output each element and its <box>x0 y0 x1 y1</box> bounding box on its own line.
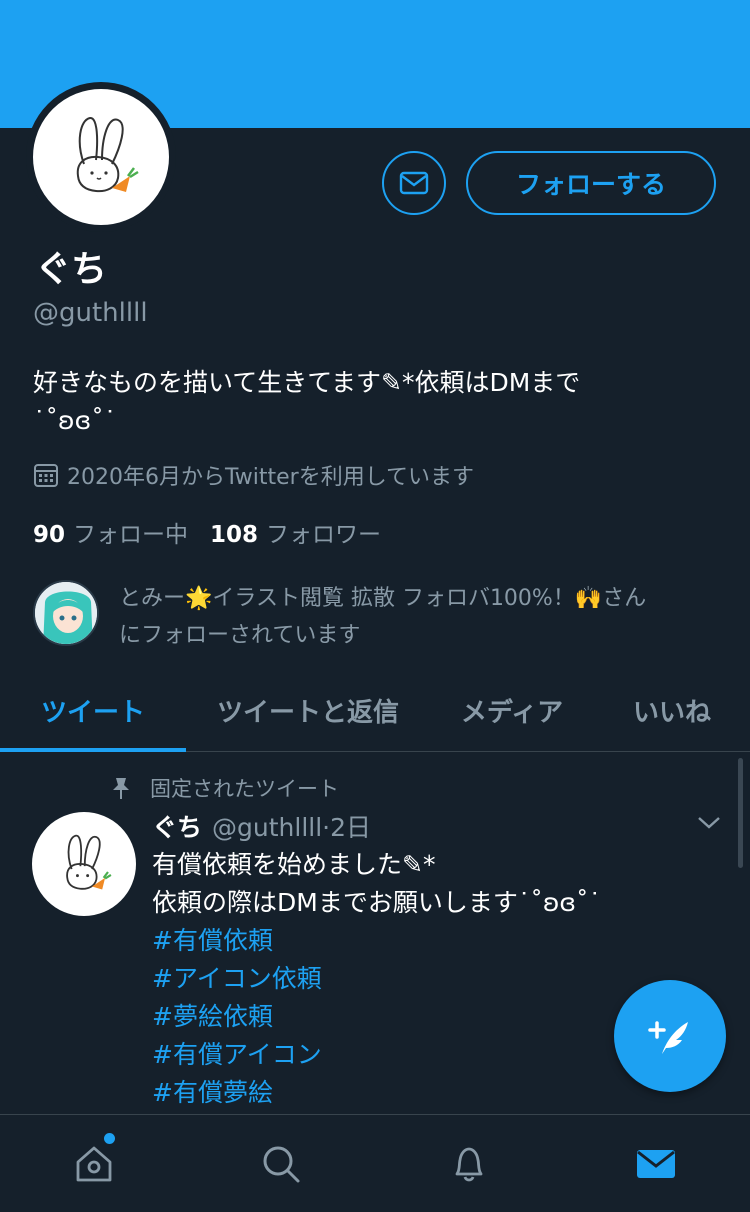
pinned-label: 固定されたツイート <box>150 777 339 801</box>
tweet-time: ·2日 <box>322 813 372 842</box>
follow-counts: 90 フォロー中 108 フォロワー <box>33 515 381 549</box>
profile-avatar[interactable] <box>26 82 176 232</box>
hashtag-link[interactable]: #有償夢絵 <box>152 1074 601 1112</box>
home-icon <box>76 1146 112 1181</box>
profile-handle: @guthllll <box>33 298 148 328</box>
bio-line: 好きなものを描いて生きてます✎*依頼はDMまで <box>33 368 581 397</box>
rabbit-avatar-illustration <box>76 117 139 193</box>
chevron-down-icon[interactable] <box>696 814 722 832</box>
nav-search[interactable] <box>188 1115 376 1212</box>
notifications-icon <box>455 1147 483 1181</box>
messages-icon <box>637 1149 676 1178</box>
profile-tabs: ツイート ツイートと返信 メディア いいね <box>0 670 750 752</box>
followers-label[interactable]: フォロワー <box>266 515 381 549</box>
nav-home[interactable] <box>0 1115 188 1212</box>
nav-notifications[interactable] <box>375 1115 563 1212</box>
hashtag-link[interactable]: #アイコン依頼 <box>152 960 601 998</box>
tab-tweets-and-replies[interactable]: ツイートと返信 <box>186 670 430 751</box>
tweet-author-handle: @guthllll·2日 <box>212 808 371 844</box>
tab-media[interactable]: メディア <box>430 670 594 751</box>
hashtag-link[interactable]: #夢絵依頼 <box>152 998 601 1036</box>
followers-count[interactable]: 108 <box>210 522 258 548</box>
profile-name: ぐち <box>35 249 108 290</box>
tweet-avatar[interactable] <box>32 812 136 916</box>
join-date: 2020年6月からTwitterを利用しています <box>33 459 474 491</box>
tab-tweets[interactable]: ツイート <box>0 670 186 752</box>
follower-avatar-image <box>35 582 97 644</box>
tweet-body: 有償依頼を始めました✎* 依頼の際はDMまでお願いします˙˚ʚɞ˚˙ #有償依頼… <box>152 846 601 1112</box>
tweet-text-line: 依頼の際はDMまでお願いします˙˚ʚɞ˚˙ <box>152 888 602 917</box>
bio-line: ˙˚ʚɞ˚˙ <box>33 406 117 435</box>
mail-icon <box>399 171 429 195</box>
tweet-header: ぐち @guthllll·2日 <box>152 808 371 844</box>
compose-tweet-icon <box>648 1021 688 1054</box>
followed-by-line: とみー🌟イラスト閲覧 拡散 フォロバ100%！🙌さん <box>119 586 647 611</box>
tab-likes[interactable]: いいね <box>594 670 750 751</box>
hashtag-link[interactable]: #有償アイコン <box>152 1036 601 1074</box>
message-button[interactable] <box>382 151 446 215</box>
followed-by-text: とみー🌟イラスト閲覧 拡散 フォロバ100%！🙌さん にフォローされています <box>119 580 646 654</box>
follower-avatar[interactable] <box>33 580 99 646</box>
join-date-text: 2020年6月からTwitterを利用しています <box>67 465 475 490</box>
followed-by-line: にフォローされています <box>119 623 361 648</box>
follow-button[interactable]: フォローする <box>466 151 716 215</box>
followed-by[interactable]: とみー🌟イラスト閲覧 拡散 フォロバ100%！🙌さん にフォローされています <box>33 580 723 654</box>
pin-icon <box>113 778 129 799</box>
scrollbar[interactable] <box>738 758 743 868</box>
hashtag-link[interactable]: #有償依頼 <box>152 922 601 960</box>
pinned-indicator: 固定されたツイート <box>110 773 339 803</box>
following-count[interactable]: 90 <box>33 522 65 548</box>
compose-tweet-button[interactable] <box>614 980 726 1092</box>
tweet-handle-text: @guthllll <box>212 813 323 842</box>
following-label[interactable]: フォロー中 <box>73 515 188 549</box>
calendar-icon <box>34 464 58 487</box>
bottom-nav <box>0 1114 750 1212</box>
rabbit-avatar-illustration <box>66 834 112 890</box>
tweet-author-name[interactable]: ぐち <box>152 808 202 844</box>
tweet-text-line: 有償依頼を始めました✎* <box>152 850 436 879</box>
notification-dot <box>104 1133 115 1144</box>
search-icon <box>263 1146 300 1182</box>
profile-bio: 好きなものを描いて生きてます✎*依頼はDMまで ˙˚ʚɞ˚˙ <box>33 364 723 440</box>
nav-messages[interactable] <box>563 1115 750 1212</box>
